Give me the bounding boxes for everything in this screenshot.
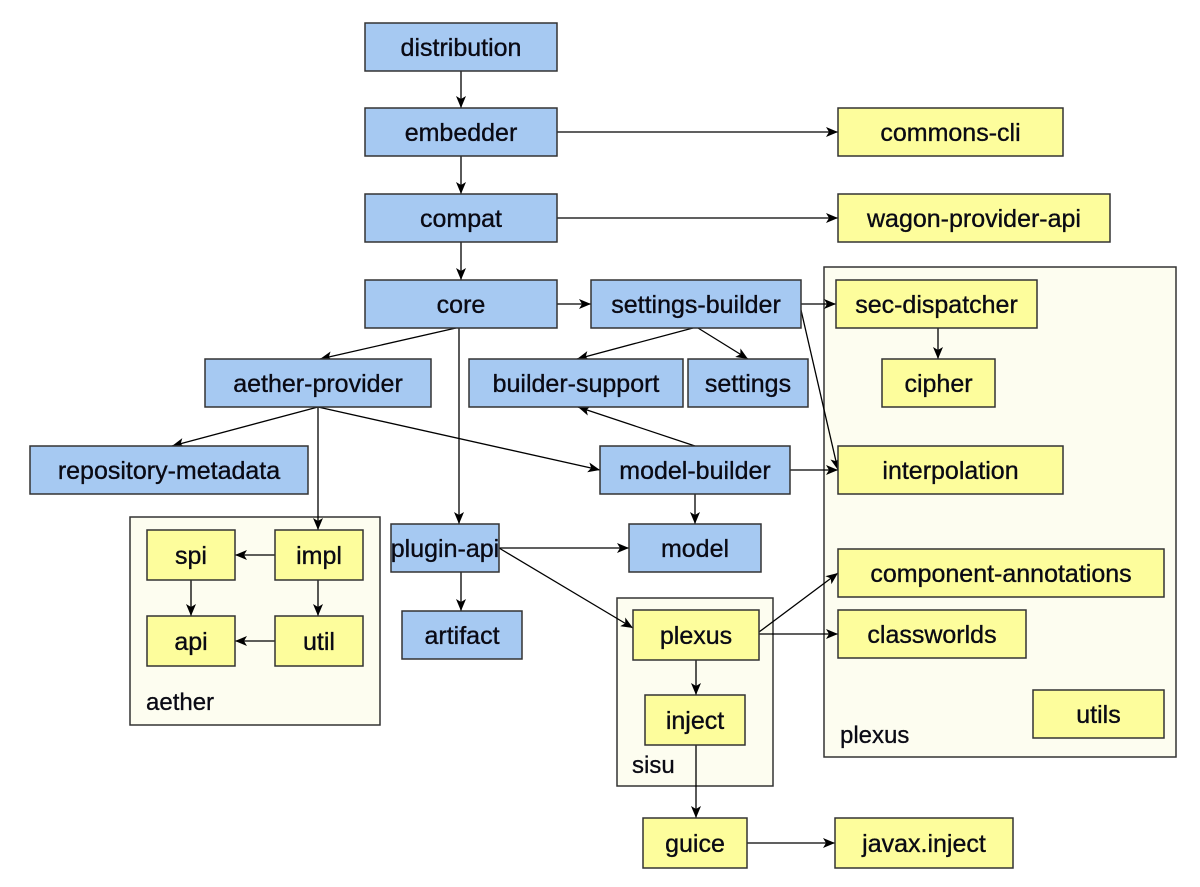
node-label: distribution	[401, 34, 522, 62]
node-sec-dispatcher[interactable]: sec-dispatcher	[835, 279, 1038, 329]
node-inject[interactable]: inject	[644, 694, 746, 746]
node-settings-builder[interactable]: settings-builder	[590, 279, 802, 329]
node-label: spi	[175, 542, 207, 570]
group-label: sisu	[632, 752, 675, 779]
node-aether-provider[interactable]: aether-provider	[204, 358, 432, 408]
node-utils[interactable]: utils	[1032, 689, 1165, 739]
node-label: model-builder	[619, 457, 770, 485]
node-wagon-provider-api[interactable]: wagon-provider-api	[837, 193, 1111, 243]
node-label: impl	[296, 542, 342, 570]
group-frame	[823, 266, 1177, 758]
group-label: plexus	[840, 722, 909, 749]
node-distribution[interactable]: distribution	[364, 22, 558, 72]
node-core[interactable]: core	[364, 279, 558, 329]
node-label: commons-cli	[880, 119, 1020, 147]
node-builder-support[interactable]: builder-support	[468, 358, 684, 408]
node-label: builder-support	[493, 370, 660, 398]
node-label: javax.inject	[861, 830, 986, 858]
node-settings[interactable]: settings	[687, 358, 809, 408]
node-repository-metadata[interactable]: repository-metadata	[29, 445, 309, 495]
node-label: plugin-api	[391, 535, 499, 563]
node-javax-inject[interactable]: javax.inject	[834, 817, 1014, 869]
node-util[interactable]: util	[274, 615, 364, 667]
node-artifact[interactable]: artifact	[401, 610, 523, 660]
node-classworlds[interactable]: classworlds	[837, 609, 1027, 659]
node-plugin-api[interactable]: plugin-api	[390, 523, 500, 573]
node-label: core	[437, 291, 486, 319]
node-label: guice	[665, 830, 725, 858]
node-api[interactable]: api	[146, 615, 236, 667]
node-label: settings	[705, 370, 791, 398]
node-label: artifact	[424, 622, 499, 650]
node-label: repository-metadata	[58, 457, 280, 485]
node-component-annotations[interactable]: component-annotations	[837, 548, 1165, 598]
node-label: plexus	[660, 622, 732, 650]
node-cipher[interactable]: cipher	[881, 358, 996, 408]
edge-settings-builder-to-builder-support	[576, 327, 694, 361]
node-label: sec-dispatcher	[855, 291, 1018, 319]
node-impl[interactable]: impl	[274, 529, 364, 581]
node-label: classworlds	[867, 621, 996, 649]
group-label: aether	[146, 689, 214, 716]
group-plexus: plexus	[823, 266, 1177, 758]
node-label: inject	[666, 707, 724, 735]
edge-core-to-aether-provider	[319, 327, 457, 362]
node-model[interactable]: model	[628, 523, 762, 573]
node-label: utils	[1076, 701, 1120, 729]
edge-model-builder-to-builder-support	[577, 406, 696, 447]
node-label: settings-builder	[611, 291, 781, 319]
edge-aether-provider-to-repository-metadata	[171, 406, 319, 448]
node-embedder[interactable]: embedder	[364, 107, 558, 157]
node-label: interpolation	[882, 457, 1018, 485]
node-label: compat	[420, 205, 502, 233]
dependency-diagram: plexus aether sisu distribution embedder com…	[0, 0, 1200, 887]
node-sisu-plexus[interactable]: plexus	[632, 609, 760, 661]
node-commons-cli[interactable]: commons-cli	[837, 107, 1064, 157]
node-label: cipher	[904, 370, 972, 398]
node-spi[interactable]: spi	[146, 529, 236, 581]
node-compat[interactable]: compat	[364, 193, 558, 243]
node-label: component-annotations	[870, 560, 1131, 588]
node-guice[interactable]: guice	[642, 817, 748, 869]
edge-settings-builder-to-settings	[697, 327, 749, 360]
node-model-builder[interactable]: model-builder	[599, 445, 791, 495]
node-label: aether-provider	[233, 370, 403, 398]
node-label: embedder	[405, 119, 518, 147]
node-label: model	[661, 535, 729, 563]
node-label: util	[303, 628, 335, 656]
diagram-canvas: plexus aether sisu distribution embedder com…	[29, 22, 1177, 869]
node-label: wagon-provider-api	[866, 205, 1081, 233]
node-interpolation[interactable]: interpolation	[837, 445, 1064, 495]
node-label: api	[174, 628, 207, 656]
